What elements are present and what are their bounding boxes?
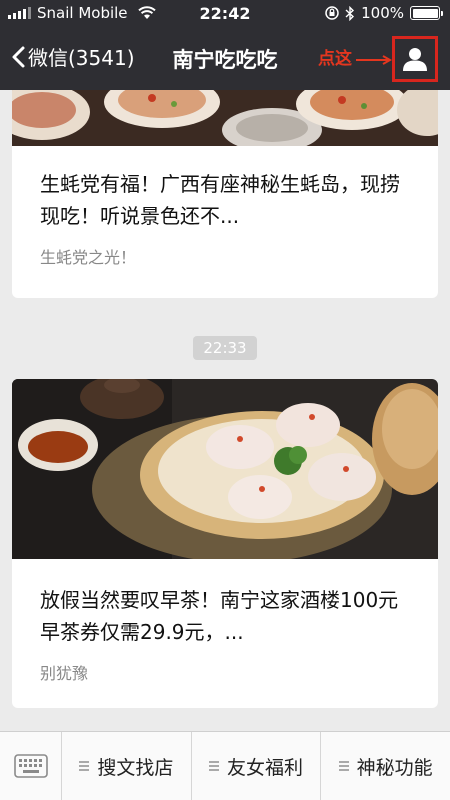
menu-list-icon <box>338 761 349 771</box>
article-thumbnail-dim-sum <box>12 379 438 559</box>
menu-item-search-articles[interactable]: 搜文找店 <box>62 732 192 800</box>
nav-bar: 微信(3541) 南宁吃吃吃 点这 <box>0 28 450 90</box>
bluetooth-icon <box>345 5 355 21</box>
hint-label: 点这 <box>318 49 352 69</box>
battery-percent: 100% <box>361 4 404 22</box>
article-card[interactable]: 生蚝党有福！广西有座神秘生蚝岛，现捞现吃！听说景色还不... 生蚝党之光！ <box>12 90 438 298</box>
status-bar: Snail Mobile 22:42 100% <box>0 0 450 28</box>
menu-item-welfare[interactable]: 友女福利 <box>192 732 322 800</box>
menu-item-label: 友女福利 <box>227 756 304 779</box>
status-right: 100% <box>325 4 443 22</box>
official-account-profile-button[interactable] <box>392 36 438 82</box>
time-divider: 22:33 <box>193 336 257 360</box>
menu-item-label: 搜文找店 <box>97 756 174 779</box>
menu-item-mystery[interactable]: 神秘功能 <box>321 732 450 800</box>
menu-list-icon <box>209 761 219 771</box>
battery-icon <box>410 6 443 20</box>
article-title: 生蚝党有福！广西有座神秘生蚝岛，现捞现吃！听说景色还不... <box>40 172 400 228</box>
menu-item-label: 神秘功能 <box>356 756 433 779</box>
menu-list-icon <box>79 761 90 771</box>
orientation-lock-icon <box>325 6 339 20</box>
article-title: 放假当然要叹早茶！南宁这家酒楼100元早茶券仅需29.9元，... <box>40 588 399 644</box>
article-thumbnail-oysters <box>12 90 438 146</box>
article-source: 别犹豫 <box>40 664 89 683</box>
bottom-menu: 搜文找店 友女福利 神秘功能 <box>0 731 450 800</box>
person-icon <box>403 48 427 71</box>
article-source: 生蚝党之光！ <box>40 248 137 267</box>
keyboard-toggle-button[interactable] <box>0 732 62 800</box>
arrow-right-icon <box>356 55 392 65</box>
article-card[interactable]: 放假当然要叹早茶！南宁这家酒楼100元早茶券仅需29.9元，... 别犹豫 <box>12 379 438 708</box>
keyboard-icon <box>13 754 48 778</box>
